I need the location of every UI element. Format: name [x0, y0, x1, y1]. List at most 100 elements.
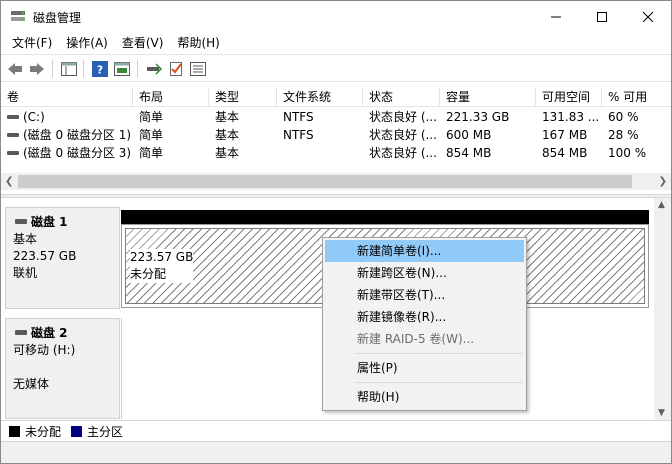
disk-management-icon: [11, 11, 25, 21]
status-bar: [1, 441, 671, 463]
cell-capacity: 221.33 GB: [446, 110, 510, 124]
unallocated-bar: [121, 210, 649, 224]
menu-view[interactable]: 查看(V): [115, 32, 171, 54]
check-button[interactable]: [167, 60, 185, 78]
menu-separator: [355, 353, 522, 354]
column-header-status[interactable]: 状态: [363, 88, 440, 107]
back-button[interactable]: [6, 60, 24, 78]
menu-separator: [355, 382, 522, 383]
action-pane-icon: [114, 62, 130, 76]
column-header-capacity[interactable]: 容量: [440, 88, 536, 107]
menu-item-new-spanned-volume[interactable]: 新建跨区卷(N)...: [325, 262, 524, 284]
cell-volume: (磁盘 0 磁盘分区 3): [23, 146, 132, 160]
toolbar-separator: [83, 60, 84, 78]
cell-percent-free: 60 %: [608, 110, 639, 124]
menu-item-new-striped-volume[interactable]: 新建带区卷(T)...: [325, 284, 524, 306]
column-header-volume[interactable]: 卷: [1, 88, 133, 107]
cell-free-space: 131.83 ...: [542, 110, 600, 124]
minimize-button[interactable]: [533, 1, 579, 32]
disk-icon: [15, 330, 27, 335]
show-hide-action-pane-button[interactable]: [113, 60, 131, 78]
forward-arrow-icon: [30, 63, 44, 75]
properties-button[interactable]: [189, 60, 207, 78]
svg-text:?: ?: [97, 64, 103, 77]
maximize-button[interactable]: [579, 1, 625, 32]
disk-1-status: 联机: [13, 266, 38, 280]
window-title: 磁盘管理: [33, 11, 82, 25]
scroll-left-icon[interactable]: ❮: [5, 176, 13, 187]
cell-status: 状态良好 (...: [369, 128, 437, 142]
column-header-free-space[interactable]: 可用空间: [536, 88, 602, 107]
connect-virtual-disk-button[interactable]: [145, 60, 163, 78]
disk-2-name-text: 磁盘 2: [31, 326, 68, 340]
disk-1-type: 基本: [13, 232, 38, 246]
title-bar: 磁盘管理: [1, 1, 671, 32]
toolbar: ?: [1, 54, 671, 82]
unallocated-info: 223.57 GB 未分配: [130, 249, 194, 283]
cell-percent-free: 100 %: [608, 146, 647, 160]
toolbar-separator: [137, 60, 138, 78]
legend-label-primary: 主分区: [87, 424, 124, 439]
menu-file[interactable]: 文件(F): [5, 32, 59, 54]
column-header-filesystem[interactable]: 文件系统: [277, 88, 363, 107]
cell-type: 基本: [215, 110, 240, 124]
menu-bar: 文件(F) 操作(A) 查看(V) 帮助(H): [1, 32, 671, 54]
forward-button[interactable]: [28, 60, 46, 78]
minimize-icon: [551, 16, 561, 17]
properties-list-icon: [190, 62, 206, 76]
disk-2-type: 可移动 (H:): [13, 343, 76, 357]
legend-label-unallocated: 未分配: [25, 424, 62, 439]
cell-capacity: 854 MB: [446, 146, 492, 160]
disk-icon: [15, 219, 27, 224]
legend-item-unallocated: 未分配: [9, 423, 61, 440]
menu-item-new-raid5-volume: 新建 RAID-5 卷(W)...: [357, 332, 475, 346]
menu-item-properties[interactable]: 属性(P): [325, 357, 524, 379]
menu-item-new-mirrored-volume[interactable]: 新建镜像卷(R)...: [325, 306, 524, 328]
back-arrow-icon: [8, 63, 22, 75]
disk-1-name: 磁盘 1: [13, 214, 119, 231]
disk-1-label[interactable]: 磁盘 1 基本 223.57 GB 联机: [5, 207, 120, 309]
horizontal-scrollbar[interactable]: ❮ ❯: [1, 173, 671, 190]
scroll-thumb[interactable]: [18, 175, 632, 188]
cell-status: 状态良好 (...: [369, 110, 437, 124]
column-header-percent-free[interactable]: % 可用: [602, 88, 671, 107]
legend-item-primary: 主分区: [71, 423, 123, 440]
table-row[interactable]: (磁盘 0 磁盘分区 1) 简单 基本 NTFS 状态良好 (... 600 M…: [1, 126, 671, 144]
volume-list-header: 卷 布局 类型 文件系统 状态 容量 可用空间 % 可用: [1, 88, 671, 107]
menu-item-help[interactable]: 帮助(H): [325, 386, 524, 408]
table-row[interactable]: (C:) 简单 基本 NTFS 状态良好 (... 221.33 GB 131.…: [1, 108, 671, 126]
cell-layout: 简单: [139, 128, 164, 142]
disk-2-status: 无媒体: [13, 377, 50, 391]
help-button[interactable]: ?: [91, 60, 109, 78]
legend-swatch-unallocated: [9, 425, 20, 437]
close-button[interactable]: [625, 1, 671, 32]
menu-item-new-simple-volume[interactable]: 新建简单卷(I)...: [325, 240, 524, 262]
vertical-scrollbar[interactable]: ▲ ▼: [654, 198, 671, 420]
close-icon: [643, 11, 653, 22]
cell-volume: (C:): [23, 110, 45, 124]
table-row[interactable]: (磁盘 0 磁盘分区 3) 简单 基本 状态良好 (... 854 MB 854…: [1, 144, 671, 162]
disk-2-label[interactable]: 磁盘 2 可移动 (H:) 无媒体: [5, 318, 120, 419]
menu-help[interactable]: 帮助(H): [170, 32, 226, 54]
column-header-layout[interactable]: 布局: [133, 88, 209, 107]
disk-1-name-text: 磁盘 1: [31, 215, 68, 229]
cell-layout: 简单: [139, 110, 164, 124]
cell-filesystem: [277, 144, 363, 162]
cell-type: 基本: [215, 128, 240, 142]
column-header-type[interactable]: 类型: [209, 88, 277, 107]
scroll-down-icon[interactable]: ▼: [658, 408, 665, 418]
legend: 未分配 主分区: [1, 420, 671, 441]
cell-free-space: 167 MB: [542, 128, 588, 142]
legend-swatch-primary: [71, 425, 83, 437]
cell-status: 状态良好 (...: [369, 146, 437, 160]
scroll-right-icon[interactable]: ❯: [659, 176, 667, 187]
cell-capacity: 600 MB: [446, 128, 492, 142]
disk-management-window: 磁盘管理 文件(F) 操作(A) 查看(V) 帮助(H) ? 卷 布局 类型 文…: [0, 0, 672, 464]
disk-connect-icon: [147, 63, 162, 75]
disk-1-size: 223.57 GB: [13, 249, 77, 263]
cell-free-space: 854 MB: [542, 146, 588, 160]
help-icon: ?: [92, 61, 108, 77]
scroll-up-icon[interactable]: ▲: [658, 200, 665, 210]
show-hide-console-tree-button[interactable]: [60, 60, 78, 78]
menu-action[interactable]: 操作(A): [59, 32, 115, 54]
